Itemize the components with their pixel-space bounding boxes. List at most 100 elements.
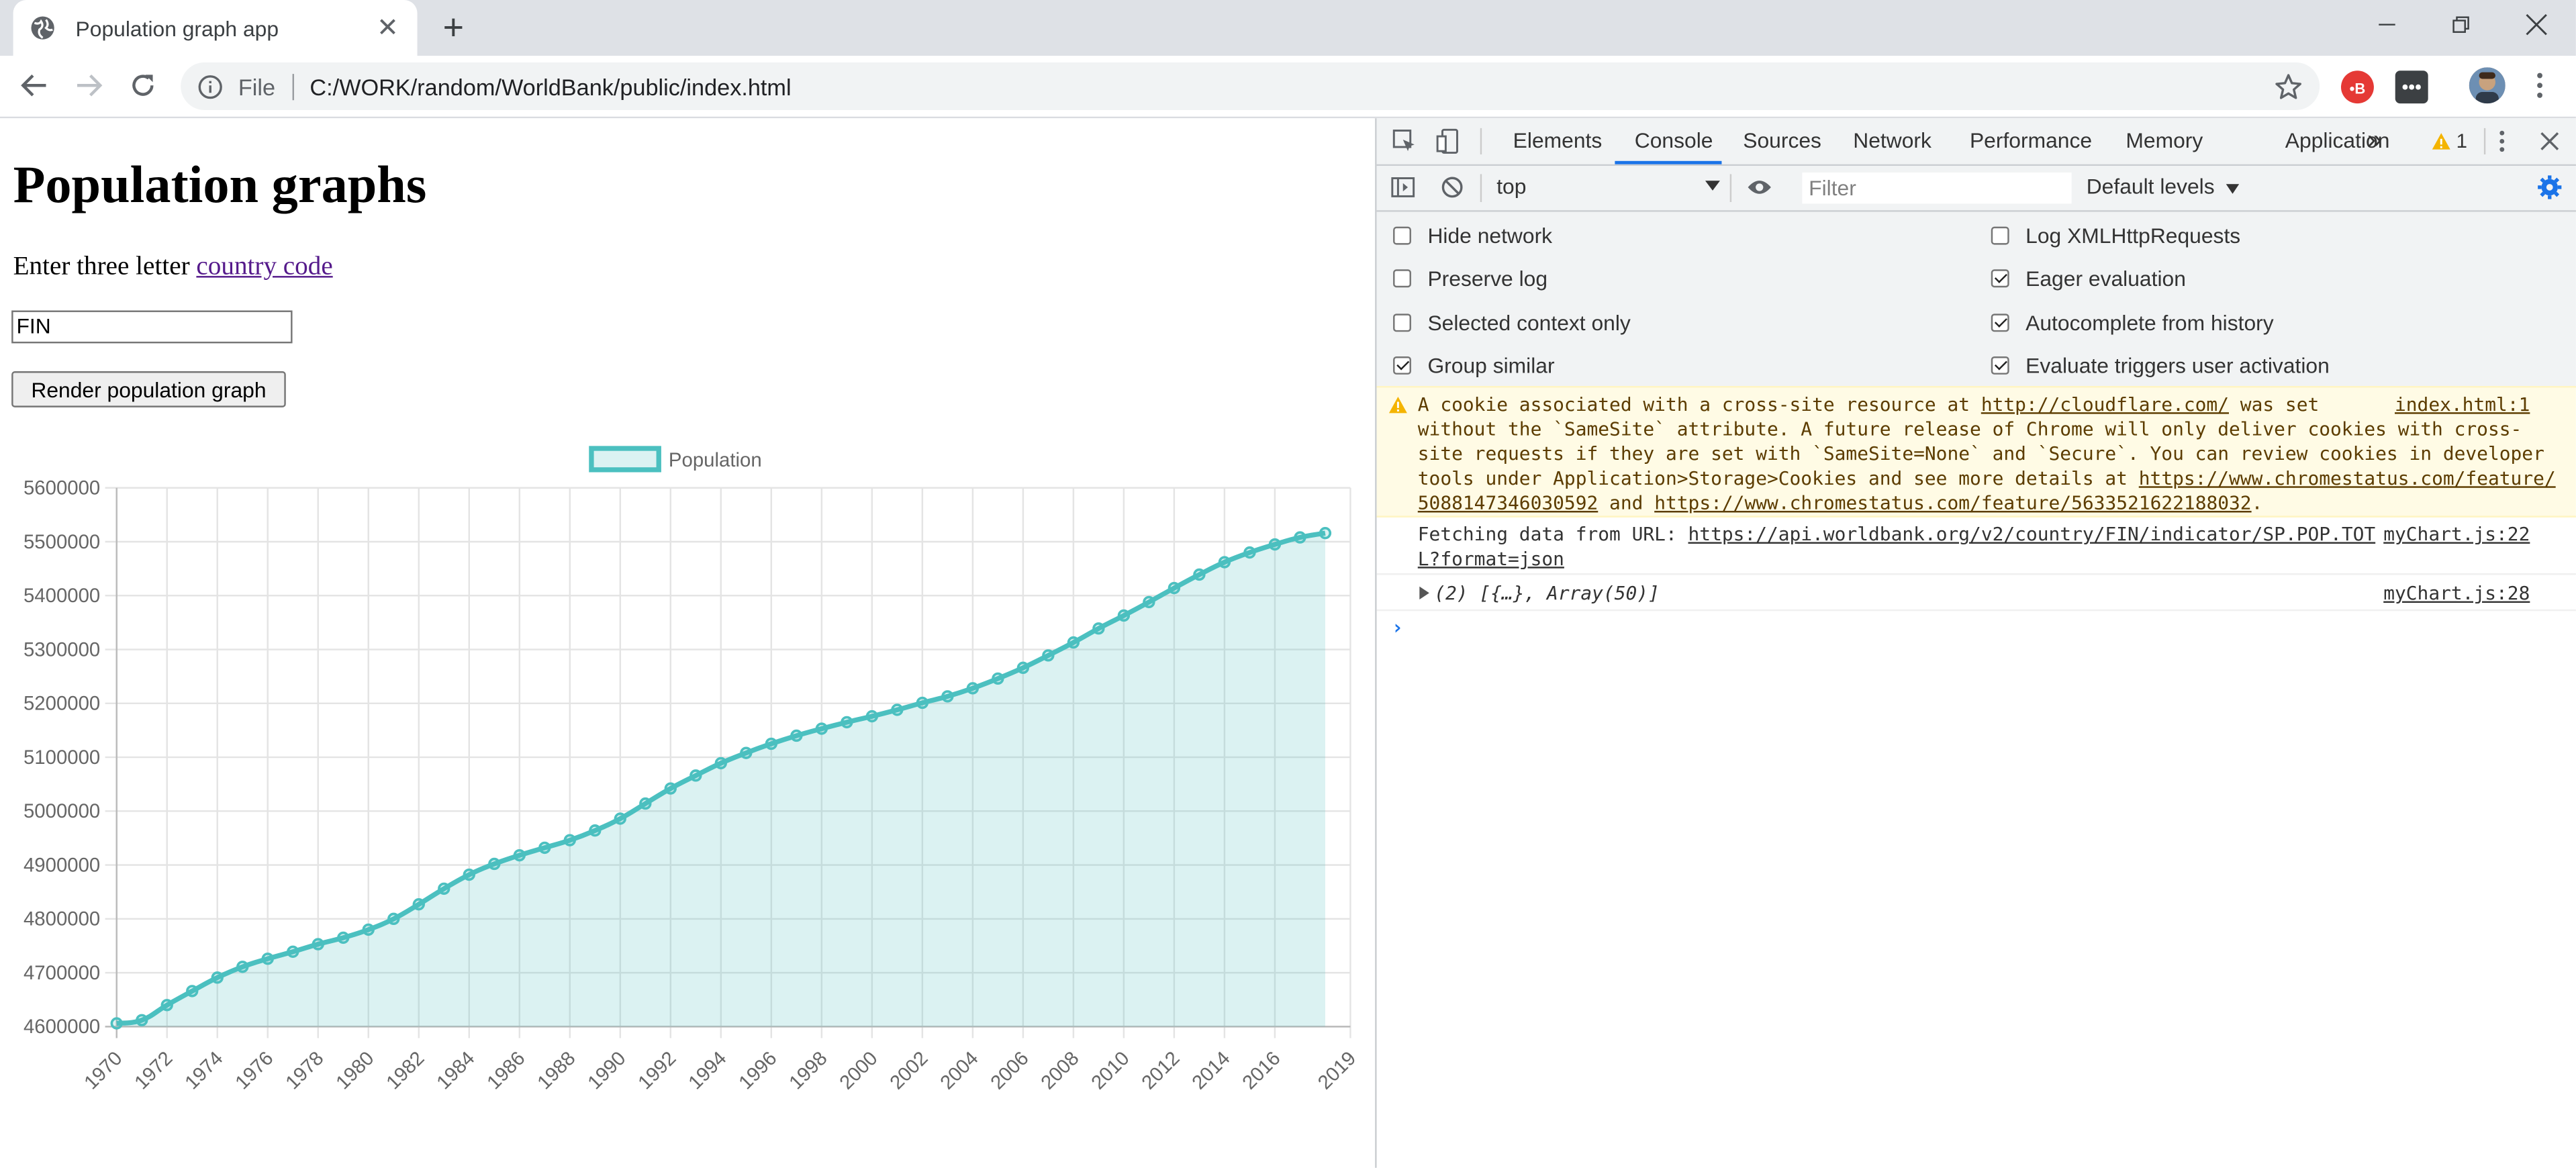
profile-avatar-icon[interactable] [2469,67,2506,104]
address-bar[interactable]: File C:/WORK/random/WorldBank/public/ind… [181,62,2320,110]
data-point [110,1017,123,1030]
data-point [387,912,400,926]
x-tick-label: 2004 [936,1047,983,1094]
data-point [412,898,425,911]
setting-checkbox[interactable] [1991,269,2009,287]
minimize-icon[interactable] [2349,0,2425,49]
close-devtools-icon[interactable] [2535,126,2565,156]
log-text: Fetching data from URL: [1417,522,1688,546]
log-levels-dropdown[interactable]: Default levels [2087,174,2239,199]
forward-arrow-icon[interactable] [69,66,109,105]
setting-eager-evaluation[interactable]: Eager evaluation [1991,261,2186,294]
warning-link[interactable]: 5088147346030592 [1418,491,1599,514]
tab-sources[interactable]: Sources [1743,118,1821,164]
bookmark-star-icon[interactable] [2274,72,2303,102]
data-point [1193,568,1206,581]
setting-checkbox[interactable] [1991,355,2009,374]
x-tick-label: 1986 [483,1047,530,1094]
tab-network[interactable]: Network [1853,118,1931,164]
setting-checkbox[interactable] [1393,226,1411,244]
setting-preserve-log[interactable]: Preserve log [1393,261,1547,294]
setting-evaluate-triggers-user-activation[interactable]: Evaluate triggers user activation [1991,348,2330,381]
close-window-icon[interactable] [2499,0,2575,49]
setting-checkbox[interactable] [1393,313,1411,332]
data-point [689,769,702,782]
log-source-link[interactable]: myChart.js:28 [2383,581,2530,604]
setting-hide-network[interactable]: Hide network [1393,218,1552,251]
x-tick-label: 1972 [130,1047,177,1094]
new-tab-button[interactable]: + [434,7,473,48]
inspect-element-icon[interactable] [1390,126,1419,156]
restore-icon[interactable] [2423,0,2499,49]
tab-elements[interactable]: Elements [1513,118,1603,164]
live-expression-eye-icon[interactable] [1745,173,1774,202]
warning-counter[interactable]: 1 [2425,126,2474,156]
setting-log-xmlhttprequests[interactable]: Log XMLHttpRequests [1991,218,2240,251]
api-url-link[interactable]: L?format=json [1418,547,1564,570]
console-warning-message: A cookie associated with a cross-site re… [1376,386,2576,518]
console-settings-gear-icon[interactable] [2535,173,2565,202]
x-tick-label: 1984 [432,1047,479,1094]
tab-title: Population graph app [75,15,279,40]
warning-link[interactable]: http://cloudflare.com/ [1981,393,2229,416]
setting-group-similar[interactable]: Group similar [1393,348,1555,381]
country-code-link[interactable]: country code [196,253,332,281]
x-tick-label: 1996 [734,1047,781,1094]
extension-dots-icon[interactable] [2395,70,2428,104]
warning-text: was set [2229,392,2320,416]
browser-tab[interactable]: Population graph app ✕ [13,0,418,56]
warning-link[interactable]: https://www.chromestatus.com/feature/563… [1654,491,2251,514]
url-text[interactable]: C:/WORK/random/WorldBank/public/index.ht… [309,73,791,99]
browser-menu-icon[interactable] [2520,66,2560,105]
setting-checkbox[interactable] [1991,313,2009,332]
page-viewport: Population graphs Enter three letter cou… [0,118,1374,1168]
console-log-message[interactable]: (2) [{…}, Array(50)] myChart.js:28 [1376,577,2576,612]
reload-icon[interactable] [124,66,163,105]
y-tick-label: 5300000 [23,638,100,661]
y-tick-label: 5200000 [23,693,100,715]
render-graph-button[interactable]: Render population graph [11,371,286,407]
setting-checkbox[interactable] [1393,269,1411,287]
warning-triangle-icon [1388,396,1407,413]
x-tick-label: 2002 [886,1047,933,1094]
tab-memory[interactable]: Memory [2126,118,2203,164]
back-arrow-icon[interactable] [15,66,54,105]
context-selector[interactable]: top [1496,174,1721,202]
expand-triangle-icon[interactable] [1419,586,1429,600]
extension-red-icon[interactable]: •B [2340,70,2374,104]
tab-strip: Population graph app ✕ + [0,0,2576,56]
chart-legend[interactable]: Population [589,446,762,473]
dropdown-arrow-icon [1705,181,1721,191]
x-tick-label: 2000 [835,1047,882,1094]
chart-x-axis: 1970 1972 1974 1976 1978 1980 1982 1984 1986 1988… [80,1047,1360,1094]
x-tick-label: 1994 [684,1047,731,1094]
warning-source-link[interactable]: index.html:1 [2395,393,2530,416]
active-tab-indicator [1615,160,1722,164]
sidebar-toggle-icon[interactable] [1388,173,1418,202]
setting-checkbox[interactable] [1991,226,2009,244]
setting-label: Hide network [1427,222,1553,248]
data-point [865,710,879,723]
setting-selected-context-only[interactable]: Selected context only [1393,305,1631,338]
warning-link[interactable]: https://www.chromestatus.com/feature/ [2139,467,2556,489]
console-filter-input[interactable]: Filter [1802,172,2072,204]
clear-console-icon[interactable] [1437,173,1467,202]
close-tab-icon[interactable]: ✕ [375,15,401,43]
console-prompt-icon[interactable]: › [1392,616,1404,639]
log-object-preview[interactable]: (2) [{…}, Array(50)] [1434,581,1660,604]
more-tabs-button[interactable]: » [2367,118,2382,164]
devtools-panel: Elements Console Sources Network Performance… [1375,118,2576,1168]
devtools-menu-icon[interactable] [2487,126,2517,156]
setting-checkbox[interactable] [1393,355,1411,374]
country-code-input[interactable]: FIN [11,310,293,344]
x-tick-label: 2008 [1037,1047,1084,1094]
log-source-link[interactable]: myChart.js:22 [2383,522,2530,545]
browser-window: Population graph app ✕ + File C:/WORK/ra… [0,0,2576,1168]
tab-performance[interactable]: Performance [1970,118,2092,164]
api-url-link[interactable]: https://api.worldbank.org/v2/country/FIN… [1688,522,2376,545]
info-icon[interactable] [197,73,224,99]
tab-console[interactable]: Console [1635,118,1713,164]
device-toolbar-icon[interactable] [1434,126,1464,156]
setting-autocomplete-from-history[interactable]: Autocomplete from history [1991,305,2274,338]
setting-label: Eager evaluation [2025,265,2186,290]
